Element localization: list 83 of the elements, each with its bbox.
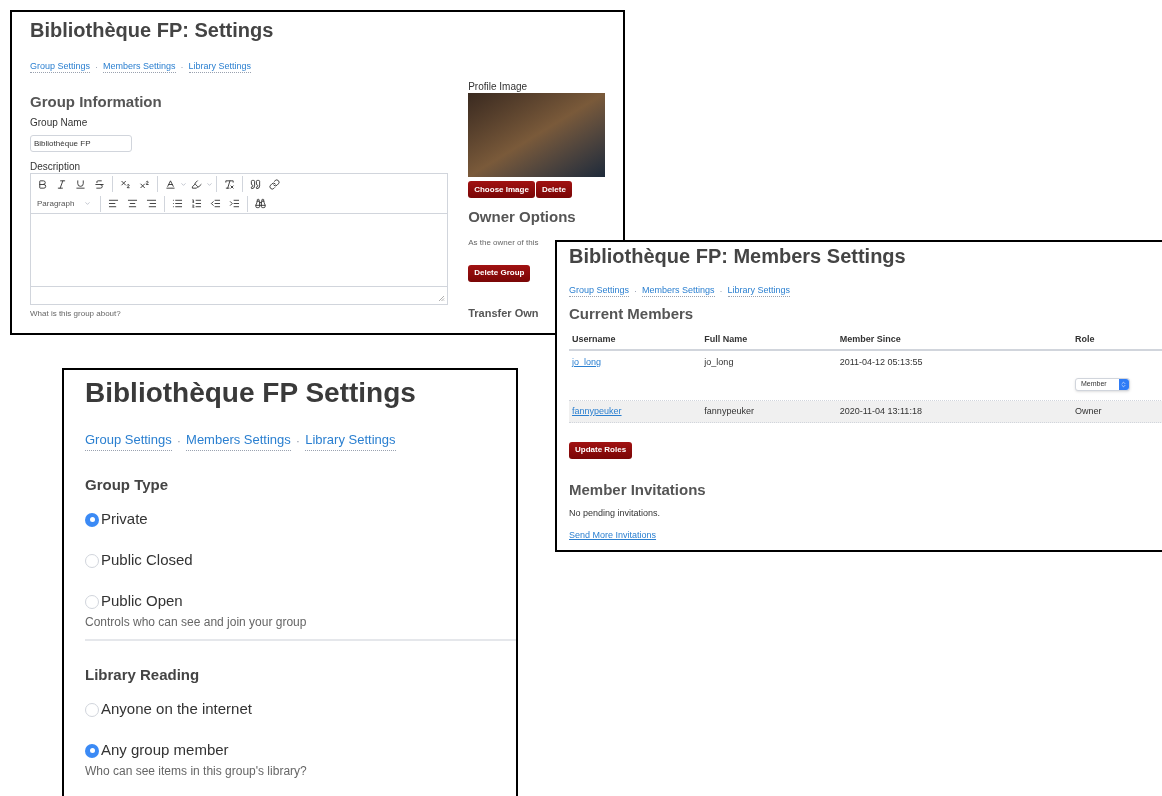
nav-separator: · [180, 60, 184, 73]
superscript-icon[interactable] [139, 178, 150, 190]
caret-icon [84, 200, 92, 207]
align-right-icon[interactable] [146, 198, 158, 209]
field-label: Description [30, 161, 82, 173]
numbered-list-icon[interactable] [191, 198, 203, 209]
highlight-icon[interactable] [191, 178, 202, 190]
delete-group-button[interactable]: Delete Group [468, 264, 531, 282]
section-title: Transfer Own [468, 306, 539, 320]
section-title: Current Members [569, 305, 695, 323]
align-center-icon[interactable] [127, 198, 139, 209]
hint-text: Controls who can see and join your group [85, 614, 308, 629]
radio-button[interactable] [85, 512, 99, 527]
bullet-list-icon[interactable] [172, 198, 184, 209]
nav-link[interactable]: Library Settings [727, 284, 791, 297]
radio-button[interactable] [85, 594, 99, 609]
quote-icon[interactable] [250, 178, 261, 190]
input-field[interactable]: Bibliothèque FP [30, 135, 132, 152]
update-roles-button[interactable]: Update Roles [569, 441, 633, 459]
underline-icon[interactable] [75, 178, 86, 190]
nav-separator: · [634, 284, 638, 297]
choose-image-button[interactable]: Choose Image [468, 181, 535, 198]
align-left-icon[interactable] [108, 198, 120, 209]
radio-option[interactable]: Public Closed [85, 549, 516, 572]
send-invitations-link[interactable]: Send More Invitations [569, 529, 657, 541]
radio-option[interactable]: Any group member [85, 739, 516, 762]
nav-link[interactable]: Members Settings [642, 284, 715, 297]
status-text: No pending invitations. [569, 507, 662, 519]
clear-format-icon[interactable] [224, 178, 235, 190]
table-cell-text: Owner [1074, 404, 1103, 418]
format-dropdown[interactable]: Paragraph [33, 197, 96, 210]
nav-link[interactable]: Members Settings [103, 60, 176, 73]
subscript-icon[interactable] [120, 178, 131, 190]
table-cell-text: 2011-04-12 05:13:55 [839, 356, 924, 369]
hint-text: Who can see items in this group's library? [85, 763, 308, 778]
field-label: Profile Image [468, 81, 529, 93]
page-title: Bibliothèque FP Settings [85, 376, 417, 410]
nav-separator: · [95, 60, 99, 73]
nav-link[interactable]: Library Settings [188, 60, 252, 73]
radio-button[interactable] [85, 743, 99, 758]
hint-text: What is this group about? [30, 309, 122, 319]
table-cell-text: fannypeuker [704, 404, 755, 418]
find-icon[interactable] [255, 198, 267, 209]
column-header: Member Since [839, 333, 902, 347]
text-color-icon[interactable] [165, 178, 176, 190]
stepper-icon [1120, 381, 1128, 388]
nav-link[interactable]: Group Settings [85, 430, 172, 451]
page-title: Bibliothèque FP: Members Settings [569, 244, 907, 268]
owner-text: As the owner of this [468, 238, 540, 248]
nav-link[interactable]: Group Settings [569, 284, 630, 297]
column-header: Full Name [704, 333, 749, 347]
page-title: Bibliothèque FP: Settings [30, 18, 275, 42]
bold-icon[interactable] [37, 178, 48, 190]
section-title: Group Information [30, 93, 163, 111]
section-title: Library Reading [85, 664, 201, 685]
section-title: Group Type [85, 474, 170, 495]
radio-option[interactable]: Anyone on the internet [85, 698, 516, 721]
table-cell-text: jo_long [704, 356, 735, 369]
outdent-icon[interactable] [210, 198, 222, 209]
username-link[interactable]: jo_long [569, 356, 705, 370]
column-header: Username [571, 333, 617, 347]
nav-link[interactable]: Group Settings [30, 60, 91, 73]
nav-link[interactable]: Library Settings [305, 430, 396, 451]
radio-button[interactable] [85, 553, 99, 568]
nav-separator: · [295, 431, 301, 450]
link-icon[interactable] [269, 178, 280, 190]
radio-option[interactable]: Private [85, 508, 516, 531]
delete-button[interactable]: Delete [535, 181, 572, 198]
nav-separator: · [719, 284, 723, 297]
radio-button[interactable] [85, 702, 99, 717]
table-cell-text: 2020-11-04 13:11:18 [839, 404, 923, 418]
nav-separator: · [176, 431, 182, 450]
italic-icon[interactable] [56, 178, 67, 190]
field-label: Group Name [30, 117, 89, 129]
indent-icon[interactable] [229, 198, 241, 209]
username-link[interactable]: fannypeuker [569, 404, 705, 419]
strikethrough-icon[interactable] [94, 178, 105, 190]
section-title: Owner Options [468, 208, 577, 226]
radio-option[interactable]: Public Open [85, 590, 516, 613]
column-header: Role [1074, 333, 1096, 347]
nav-link[interactable]: Members Settings [186, 430, 291, 451]
section-title: Member Invitations [569, 481, 707, 499]
resize-grip-icon[interactable] [438, 295, 446, 302]
